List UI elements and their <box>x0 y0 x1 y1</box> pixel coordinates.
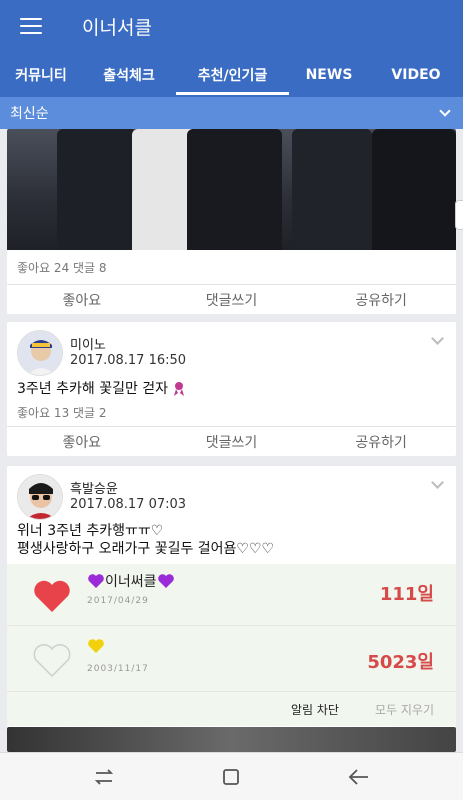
post-card: 미이노 2017.08.17 16:50 3주년 추카해 꽃길만 걷자 좋아요 … <box>7 322 456 456</box>
sort-dropdown[interactable]: 최신순 <box>0 97 463 129</box>
post-photo[interactable] <box>7 129 456 250</box>
system-nav-bar <box>0 752 463 800</box>
like-button[interactable]: 좋아요 <box>7 427 157 456</box>
purple-heart-icon <box>88 574 104 588</box>
post-header: 미이노 2017.08.17 16:50 <box>7 322 456 378</box>
share-button[interactable]: 공유하기 <box>306 285 456 314</box>
embedded-image[interactable]: 이너써클 2017/04/29 111일 2003/11/17 5023일 알림… <box>7 564 456 726</box>
chevron-down-icon <box>439 105 451 117</box>
menu-icon[interactable] <box>20 18 42 34</box>
post-author[interactable]: 흑발승윤 <box>70 478 118 497</box>
purple-heart-icon <box>157 574 174 588</box>
anniversary-date: 2017/04/29 <box>87 596 149 606</box>
post-text-block: 3주년 추카해 꽃길만 걷자 <box>7 380 456 398</box>
anniversary-date: 2003/11/17 <box>87 664 149 674</box>
tab-news[interactable]: NEWS <box>289 52 369 97</box>
recent-apps-icon[interactable] <box>84 757 124 797</box>
home-icon[interactable] <box>211 757 251 797</box>
notify-block-label: 알림 차단 <box>291 702 339 717</box>
embed-footer: 알림 차단 모두 지우기 <box>7 692 456 726</box>
chevron-down-icon[interactable] <box>431 332 444 345</box>
anniversary-row: 이너써클 2017/04/29 111일 <box>7 564 456 626</box>
post-counts: 좋아요 13 댓글 2 <box>17 405 107 420</box>
app-bar: 이너서클 <box>0 0 463 52</box>
tab-video[interactable]: VIDEO <box>369 52 463 97</box>
share-button[interactable]: 공유하기 <box>306 427 456 456</box>
clear-all-label: 모두 지우기 <box>374 702 434 717</box>
anniversary-days: 5023일 <box>367 652 434 673</box>
yellow-heart-icon <box>88 639 104 653</box>
comment-button[interactable]: 댓글쓰기 <box>157 285 307 314</box>
post-author[interactable]: 미이노 <box>70 334 106 353</box>
avatar[interactable] <box>17 330 63 376</box>
post-time: 2017.08.17 07:03 <box>70 497 187 512</box>
post-card: 좋아요 24 댓글 8 좋아요 댓글쓰기 공유하기 <box>7 129 456 314</box>
post-card: 흑발승윤 2017.08.17 07:03 위너 3주년 추카행ㅠㅠ♡ 평생사랑… <box>7 466 456 752</box>
scroll-handle[interactable] <box>455 200 463 230</box>
anniversary-name-block: 이너써클 <box>87 571 175 591</box>
back-icon[interactable] <box>339 757 379 797</box>
post-actions: 좋아요 댓글쓰기 공유하기 <box>7 284 456 314</box>
tab-recommended[interactable]: 추천/인기글 <box>176 52 289 97</box>
tab-bar: 커뮤니티 출석체크 추천/인기글 NEWS VIDEO <box>0 52 463 97</box>
heart-filled-icon <box>34 580 70 612</box>
post-time: 2017.08.17 16:50 <box>70 353 187 368</box>
post-text-line: 평생사랑하구 오래가구 꽃길두 걸어욤♡♡♡ <box>17 541 275 557</box>
post-text-line: 위너 3주년 추카행ㅠㅠ♡ <box>17 523 164 539</box>
heart-outline-icon <box>33 644 71 678</box>
tab-attendance[interactable]: 출석체크 <box>82 52 176 97</box>
post-text: 3주년 추카해 꽃길만 걷자 <box>17 381 169 397</box>
post-counts: 좋아요 24 댓글 8 <box>17 260 107 275</box>
ribbon-icon <box>174 382 185 396</box>
anniversary-name-block <box>87 638 105 654</box>
post-card-partial[interactable] <box>7 727 456 752</box>
comment-button[interactable]: 댓글쓰기 <box>157 427 307 456</box>
sort-label: 최신순 <box>10 106 49 122</box>
anniversary-days: 111일 <box>379 584 434 605</box>
feed[interactable]: 좋아요 24 댓글 8 좋아요 댓글쓰기 공유하기 미이노 2017.08.17… <box>0 129 463 752</box>
app-title: 이너서클 <box>82 16 152 39</box>
anniversary-row: 2003/11/17 5023일 <box>7 626 456 692</box>
like-button[interactable]: 좋아요 <box>7 285 157 314</box>
post-actions: 좋아요 댓글쓰기 공유하기 <box>7 426 456 456</box>
chevron-down-icon[interactable] <box>431 476 444 489</box>
anniversary-name: 이너써클 <box>105 574 157 590</box>
avatar[interactable] <box>17 474 63 520</box>
post-header: 흑발승윤 2017.08.17 07:03 <box>7 466 456 522</box>
tab-community[interactable]: 커뮤니티 <box>0 52 82 97</box>
